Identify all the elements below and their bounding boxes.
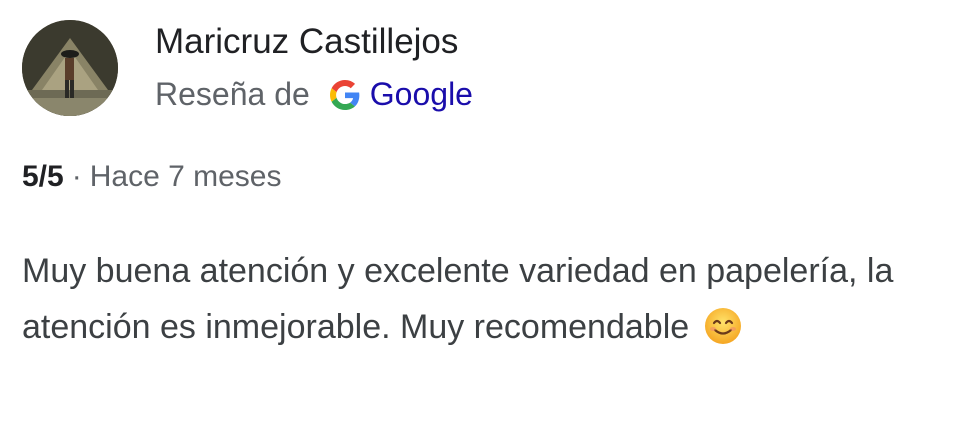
google-g-icon	[329, 79, 360, 110]
reviewer-photo-avatar	[22, 20, 118, 116]
rating-score: 5/5	[22, 160, 64, 193]
smiling-face-icon	[703, 306, 743, 346]
google-link[interactable]: Google	[370, 76, 473, 113]
source-prefix: Reseña de	[155, 76, 310, 112]
review-meta: 5/5 · Hace 7 meses	[22, 160, 281, 194]
reviewer-name[interactable]: Maricruz Castillejos	[155, 22, 458, 62]
review-text: Muy buena atención y excelente variedad …	[22, 243, 922, 355]
review-time: Hace 7 meses	[89, 160, 282, 193]
review-source: Reseña de Google	[155, 76, 473, 113]
review-body: Muy buena atención y excelente variedad …	[22, 252, 894, 346]
meta-separator: ·	[71, 160, 82, 193]
avatar[interactable]	[22, 20, 118, 116]
